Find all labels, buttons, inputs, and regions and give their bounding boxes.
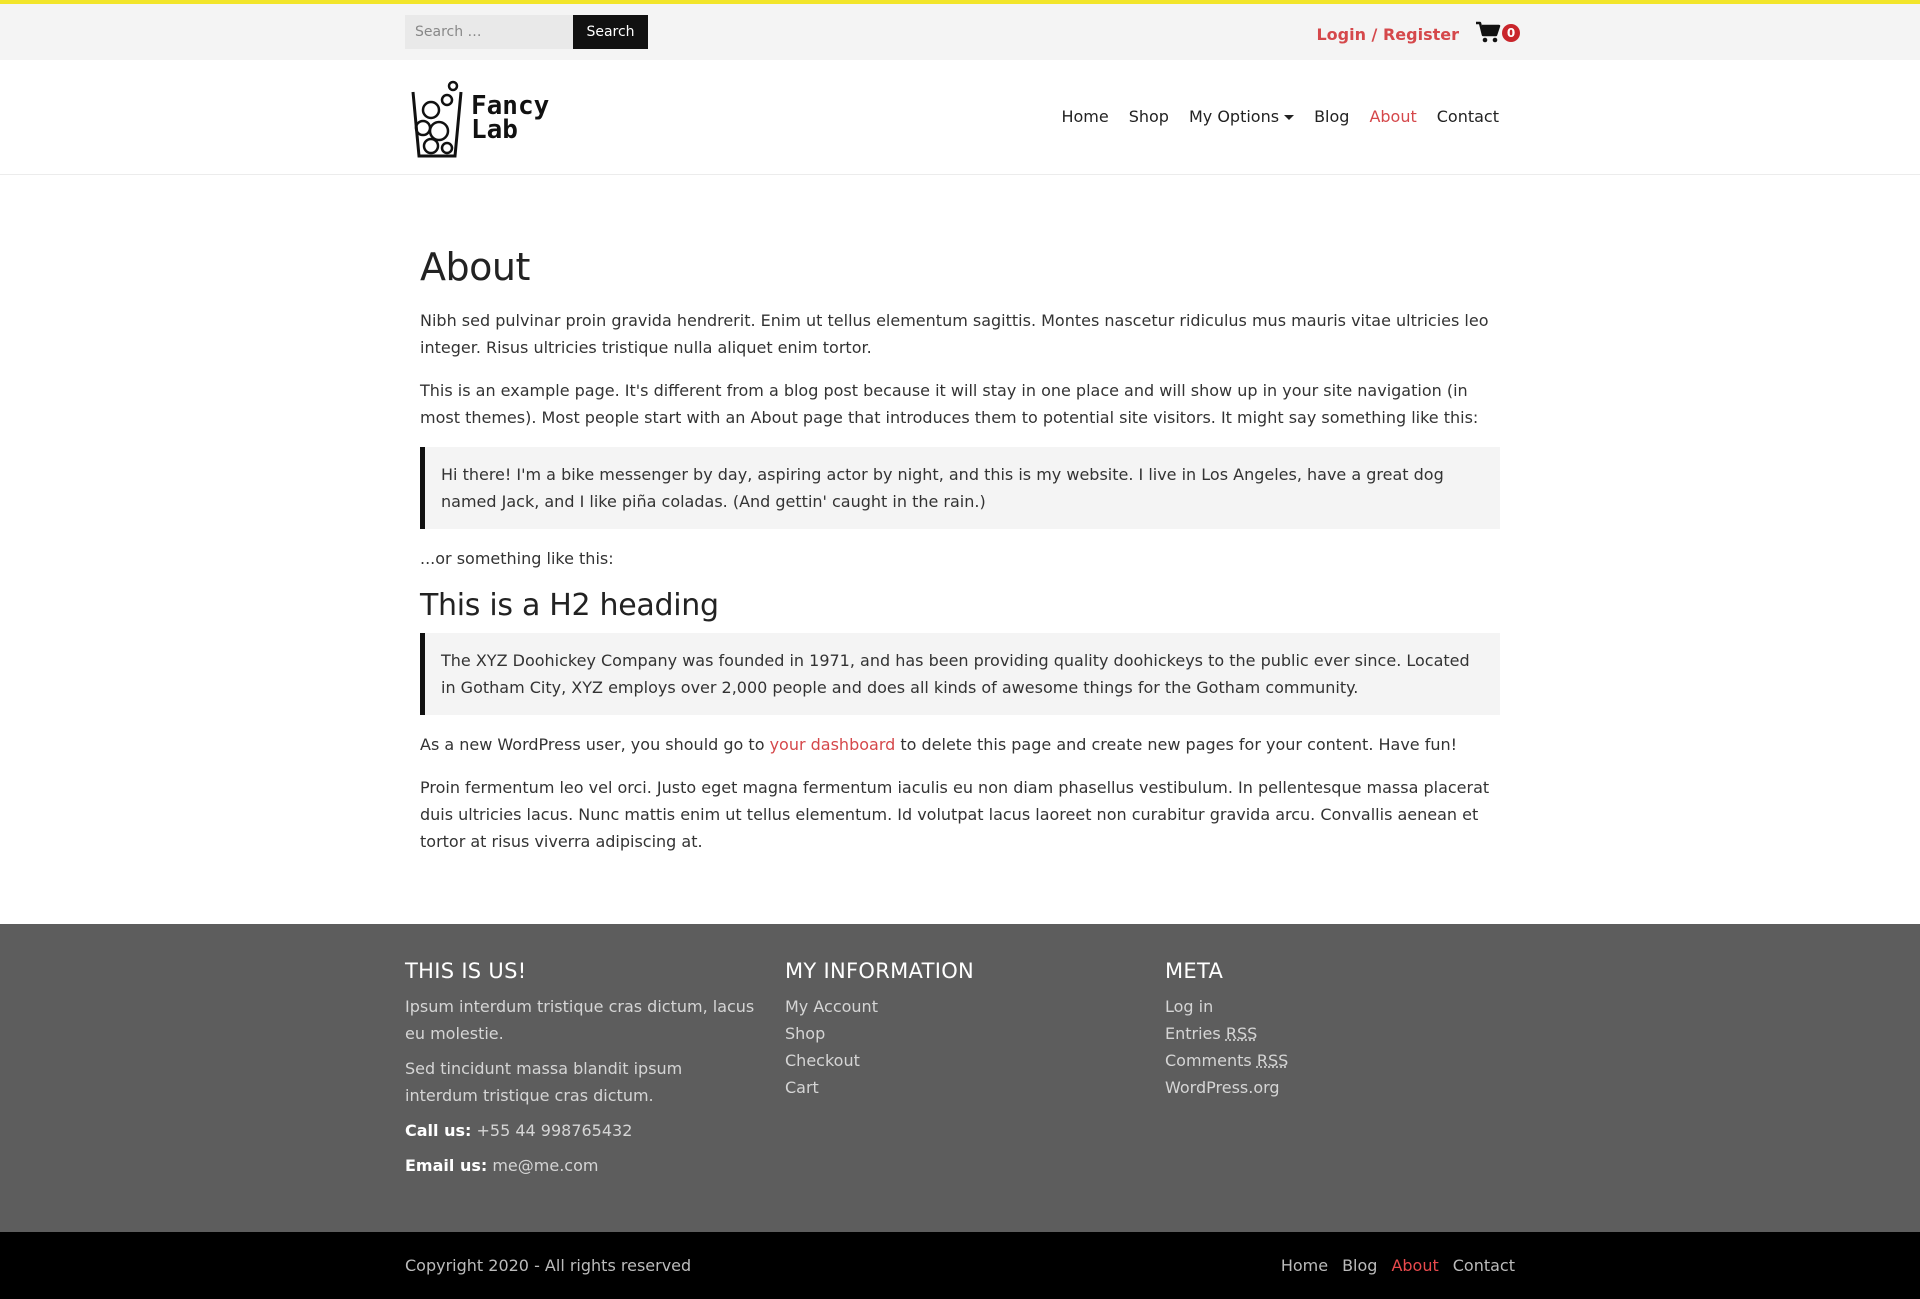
footer-call-label: Call us: [405, 1121, 472, 1140]
fancy-lab-logo-icon [411, 80, 463, 158]
logo-text: Fancy Lab [471, 93, 549, 145]
comments-rss-abbr: RSS [1256, 1051, 1289, 1070]
footer-col-about: THIS IS US! Ipsum interdum tristique cra… [405, 959, 755, 1187]
account-area: Login / Register 0 [1316, 21, 1520, 47]
footer: THIS IS US! Ipsum interdum tristique cra… [0, 924, 1920, 1232]
footer-email-label: Email us: [405, 1156, 488, 1175]
caret-down-icon [1284, 115, 1295, 120]
dashboard-paragraph: As a new WordPress user, you should go t… [420, 731, 1500, 758]
footer-link-cart[interactable]: Cart [785, 1074, 1135, 1101]
entries-label: Entries [1165, 1024, 1221, 1043]
footer-about-text-2: Sed tincidunt massa blandit ipsum interd… [405, 1059, 683, 1105]
bottom-bar: Copyright 2020 - All rights reserved Hom… [0, 1232, 1920, 1299]
footer-information-list: My Account Shop Checkout Cart [785, 993, 1135, 1101]
footer-col-information: MY INFORMATION My Account Shop Checkout … [785, 959, 1135, 1101]
logo-line-2: Lab [471, 115, 518, 145]
nav-blog[interactable]: Blog [1314, 107, 1349, 126]
nav-shop[interactable]: Shop [1129, 107, 1169, 126]
closing-paragraph: Proin fermentum leo vel orci. Justo eget… [420, 778, 1490, 851]
footer-link-my-account[interactable]: My Account [785, 993, 1135, 1020]
copyright: Copyright 2020 - All rights reserved [405, 1256, 692, 1275]
footer-link-checkout[interactable]: Checkout [785, 1047, 1135, 1074]
dashboard-text-after: to delete this page and create new pages… [895, 735, 1458, 754]
footer-link-comments-rss[interactable]: Comments RSS [1165, 1047, 1515, 1074]
search-button[interactable]: Search [573, 15, 648, 49]
or-paragraph: ...or something like this: [420, 549, 614, 568]
footer-call-value: +55 44 998765432 [476, 1121, 633, 1140]
page-title: About [420, 245, 530, 289]
blockquote-1-text: Hi there! I'm a bike messenger by day, a… [441, 465, 1444, 511]
dashboard-link[interactable]: your dashboard [770, 735, 896, 754]
bottom-nav-home[interactable]: Home [1281, 1256, 1328, 1275]
entries-rss-abbr: RSS [1225, 1024, 1258, 1043]
footer-link-entries-rss[interactable]: Entries RSS [1165, 1020, 1515, 1047]
comments-label: Comments [1165, 1051, 1252, 1070]
footer-link-shop[interactable]: Shop [785, 1020, 1135, 1047]
dashboard-text-before: As a new WordPress user, you should go t… [420, 735, 770, 754]
h2-heading: This is a H2 heading [420, 588, 719, 623]
footer-link-wordpress[interactable]: WordPress.org [1165, 1074, 1515, 1101]
intro-paragraph: Nibh sed pulvinar proin gravida hendreri… [420, 311, 1489, 357]
cart-count-badge: 0 [1502, 24, 1520, 42]
site-logo[interactable]: Fancy Lab [409, 76, 569, 158]
page-content: About Nibh sed pulvinar proin gravida he… [420, 175, 1500, 855]
footer-call: Call us: +55 44 998765432 [405, 1117, 755, 1144]
nav-about[interactable]: About [1369, 107, 1416, 126]
footer-link-login[interactable]: Log in [1165, 993, 1515, 1020]
footer-about-text-1: Ipsum interdum tristique cras dictum, la… [405, 997, 755, 1043]
blockquote-1: Hi there! I'm a bike messenger by day, a… [420, 447, 1500, 529]
footer-col-meta: META Log in Entries RSS Comments RSS Wor… [1165, 959, 1515, 1101]
cart-icon [1476, 21, 1501, 43]
footer-meta-list: Log in Entries RSS Comments RSS WordPres… [1165, 993, 1515, 1101]
cart-button[interactable]: 0 [1475, 21, 1520, 47]
bottom-nav: Home Blog About Contact [1267, 1256, 1515, 1275]
footer-col-about-title: THIS IS US! [405, 959, 527, 983]
blockquote-2: The XYZ Doohickey Company was founded in… [420, 633, 1500, 715]
blockquote-2-text: The XYZ Doohickey Company was founded in… [441, 651, 1470, 697]
nav-my-options-label: My Options [1188, 107, 1280, 126]
footer-email-value: me@me.com [492, 1156, 599, 1175]
example-paragraph: This is an example page. It's different … [420, 381, 1479, 427]
site-header: Fancy Lab Home Shop My Options Blog Abou… [0, 60, 1920, 175]
main-nav: Home Shop My Options Blog About Contact [1041, 107, 1499, 126]
search-input[interactable] [405, 15, 573, 49]
bottom-nav-about[interactable]: About [1391, 1256, 1438, 1275]
footer-email: Email us: me@me.com [405, 1152, 755, 1179]
nav-contact[interactable]: Contact [1437, 107, 1499, 126]
search-form: Search [405, 15, 648, 49]
nav-home[interactable]: Home [1061, 107, 1108, 126]
footer-col-meta-title: META [1165, 959, 1224, 983]
footer-col-information-title: MY INFORMATION [785, 959, 975, 983]
top-bar: Search Login / Register 0 [0, 0, 1920, 60]
bottom-nav-blog[interactable]: Blog [1342, 1256, 1377, 1275]
login-register-link[interactable]: Login / Register [1316, 25, 1459, 44]
nav-my-options[interactable]: My Options [1188, 107, 1295, 126]
bottom-nav-contact[interactable]: Contact [1453, 1256, 1515, 1275]
